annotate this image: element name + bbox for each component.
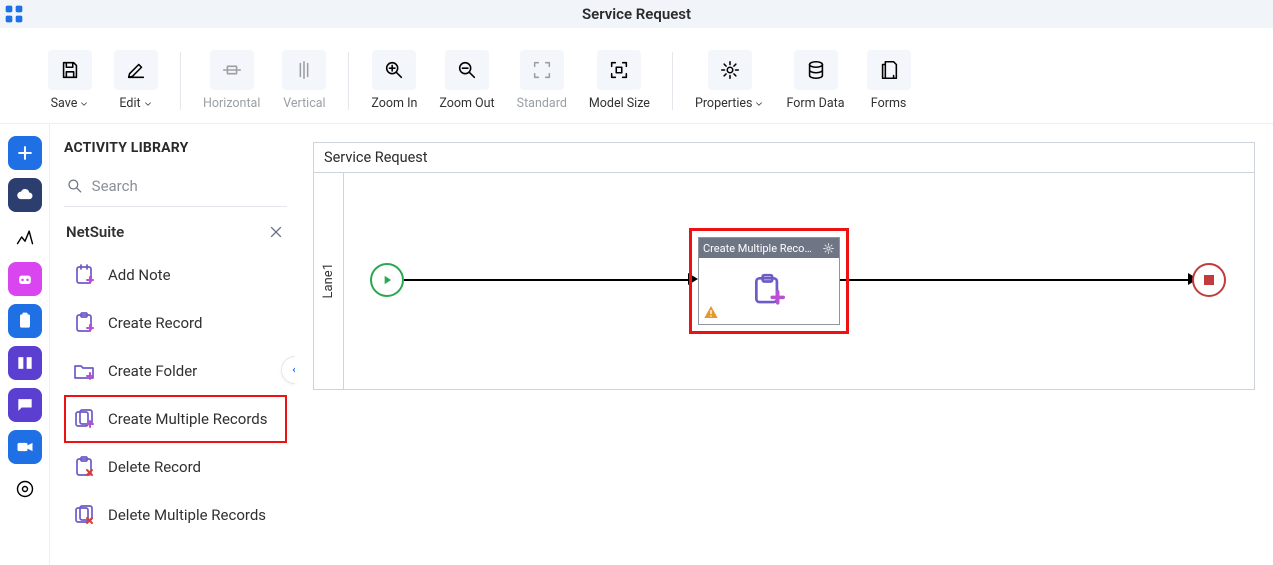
edit-button[interactable]: Edit (106, 46, 166, 115)
activity-add-note[interactable]: Add Note (64, 251, 287, 299)
align-horizontal-icon (210, 50, 254, 90)
rail-columns-button[interactable] (8, 346, 42, 380)
frame-icon (520, 50, 564, 90)
zoom-in-button[interactable]: Zoom In (363, 46, 425, 115)
lane-label: Lane1 (314, 173, 344, 389)
flow-connector (404, 279, 692, 281)
search-icon (66, 176, 84, 196)
properties-button[interactable]: Properties (687, 46, 773, 115)
save-icon (48, 50, 92, 90)
rail-analytics-button[interactable] (8, 220, 42, 254)
cloud-icon (15, 185, 35, 205)
multi-record-delete-icon (72, 503, 96, 527)
activity-label: Delete Record (108, 458, 201, 477)
chat-icon (15, 395, 35, 415)
model-size-icon (597, 50, 641, 90)
activity-label: Create Folder (108, 362, 197, 381)
activity-node-selection: Create Multiple Reco... (689, 228, 849, 334)
activity-label: Create Record (108, 314, 202, 333)
stop-icon (1204, 275, 1214, 285)
zoom-in-icon (372, 50, 416, 90)
model-size-button[interactable]: Model Size (581, 46, 658, 115)
activity-label: Delete Multiple Records (108, 506, 266, 525)
activity-delete-multiple-records[interactable]: Delete Multiple Records (64, 491, 287, 539)
rail-bot-button[interactable] (8, 262, 42, 296)
left-rail (0, 124, 50, 565)
zoom-out-button[interactable]: Zoom Out (431, 46, 502, 115)
activity-create-multiple-records[interactable]: Create Multiple Records (64, 395, 287, 443)
note-add-icon (72, 263, 96, 287)
activity-delete-record[interactable]: Delete Record (64, 443, 287, 491)
chevron-down-icon (79, 99, 89, 109)
chevron-down-icon (754, 99, 764, 109)
activity-create-folder[interactable]: Create Folder (64, 347, 287, 395)
rail-chat-button[interactable] (8, 388, 42, 422)
gear-icon[interactable] (822, 242, 835, 255)
category-name: NetSuite (66, 223, 124, 241)
page-title: Service Request (582, 5, 691, 23)
rail-cloud-button[interactable] (8, 178, 42, 212)
activity-node-title: Create Multiple Reco... (703, 242, 813, 255)
rail-settings-button[interactable] (8, 472, 42, 506)
zoom-standard-button: Standard (509, 46, 575, 115)
flow-connector (834, 279, 1192, 281)
save-button[interactable]: Save (40, 46, 100, 115)
chevron-down-icon (143, 99, 153, 109)
clipboard-icon (15, 311, 35, 331)
zoom-out-icon (445, 50, 489, 90)
end-node[interactable] (1192, 263, 1226, 297)
gear-icon (15, 479, 35, 499)
search-input[interactable] (92, 177, 285, 195)
multi-record-add-icon (750, 272, 788, 310)
activity-node[interactable]: Create Multiple Reco... (698, 237, 840, 325)
lane-content[interactable]: Create Multiple Reco... (344, 173, 1254, 389)
analytics-icon (15, 227, 35, 247)
app-logo[interactable] (0, 0, 28, 28)
bot-icon (15, 269, 35, 289)
align-vertical-icon (282, 50, 326, 90)
start-node[interactable] (370, 263, 404, 297)
plus-icon (15, 143, 35, 163)
activity-library-sidebar: ACTIVITY LIBRARY NetSuite Add Note Creat… (50, 124, 295, 565)
record-add-icon (72, 311, 96, 335)
forms-icon (867, 50, 911, 90)
video-icon (15, 437, 35, 457)
edit-icon (114, 50, 158, 90)
align-horizontal-button: Horizontal (195, 46, 268, 115)
database-icon (794, 50, 838, 90)
align-vertical-button: Vertical (274, 46, 334, 115)
play-icon (380, 273, 394, 287)
folder-add-icon (72, 359, 96, 383)
close-icon[interactable] (267, 223, 285, 241)
activity-create-record[interactable]: Create Record (64, 299, 287, 347)
toolbar: Save Edit Horizontal Vertical Zoom In (0, 28, 1273, 123)
activity-label: Add Note (108, 266, 171, 285)
gear-icon (708, 50, 752, 90)
form-data-button[interactable]: Form Data (778, 46, 852, 115)
sidebar-title: ACTIVITY LIBRARY (64, 140, 287, 156)
process-title: Service Request (314, 143, 1254, 173)
rail-video-button[interactable] (8, 430, 42, 464)
process-canvas[interactable]: Service Request Lane1 Create Multiple Re (295, 124, 1273, 565)
rail-clipboard-button[interactable] (8, 304, 42, 338)
record-delete-icon (72, 455, 96, 479)
rail-add-button[interactable] (8, 136, 42, 170)
activity-label: Create Multiple Records (108, 410, 267, 429)
forms-button[interactable]: Forms (859, 46, 919, 115)
warning-icon (703, 304, 719, 320)
multi-record-add-icon (72, 407, 96, 431)
columns-icon (15, 353, 35, 373)
